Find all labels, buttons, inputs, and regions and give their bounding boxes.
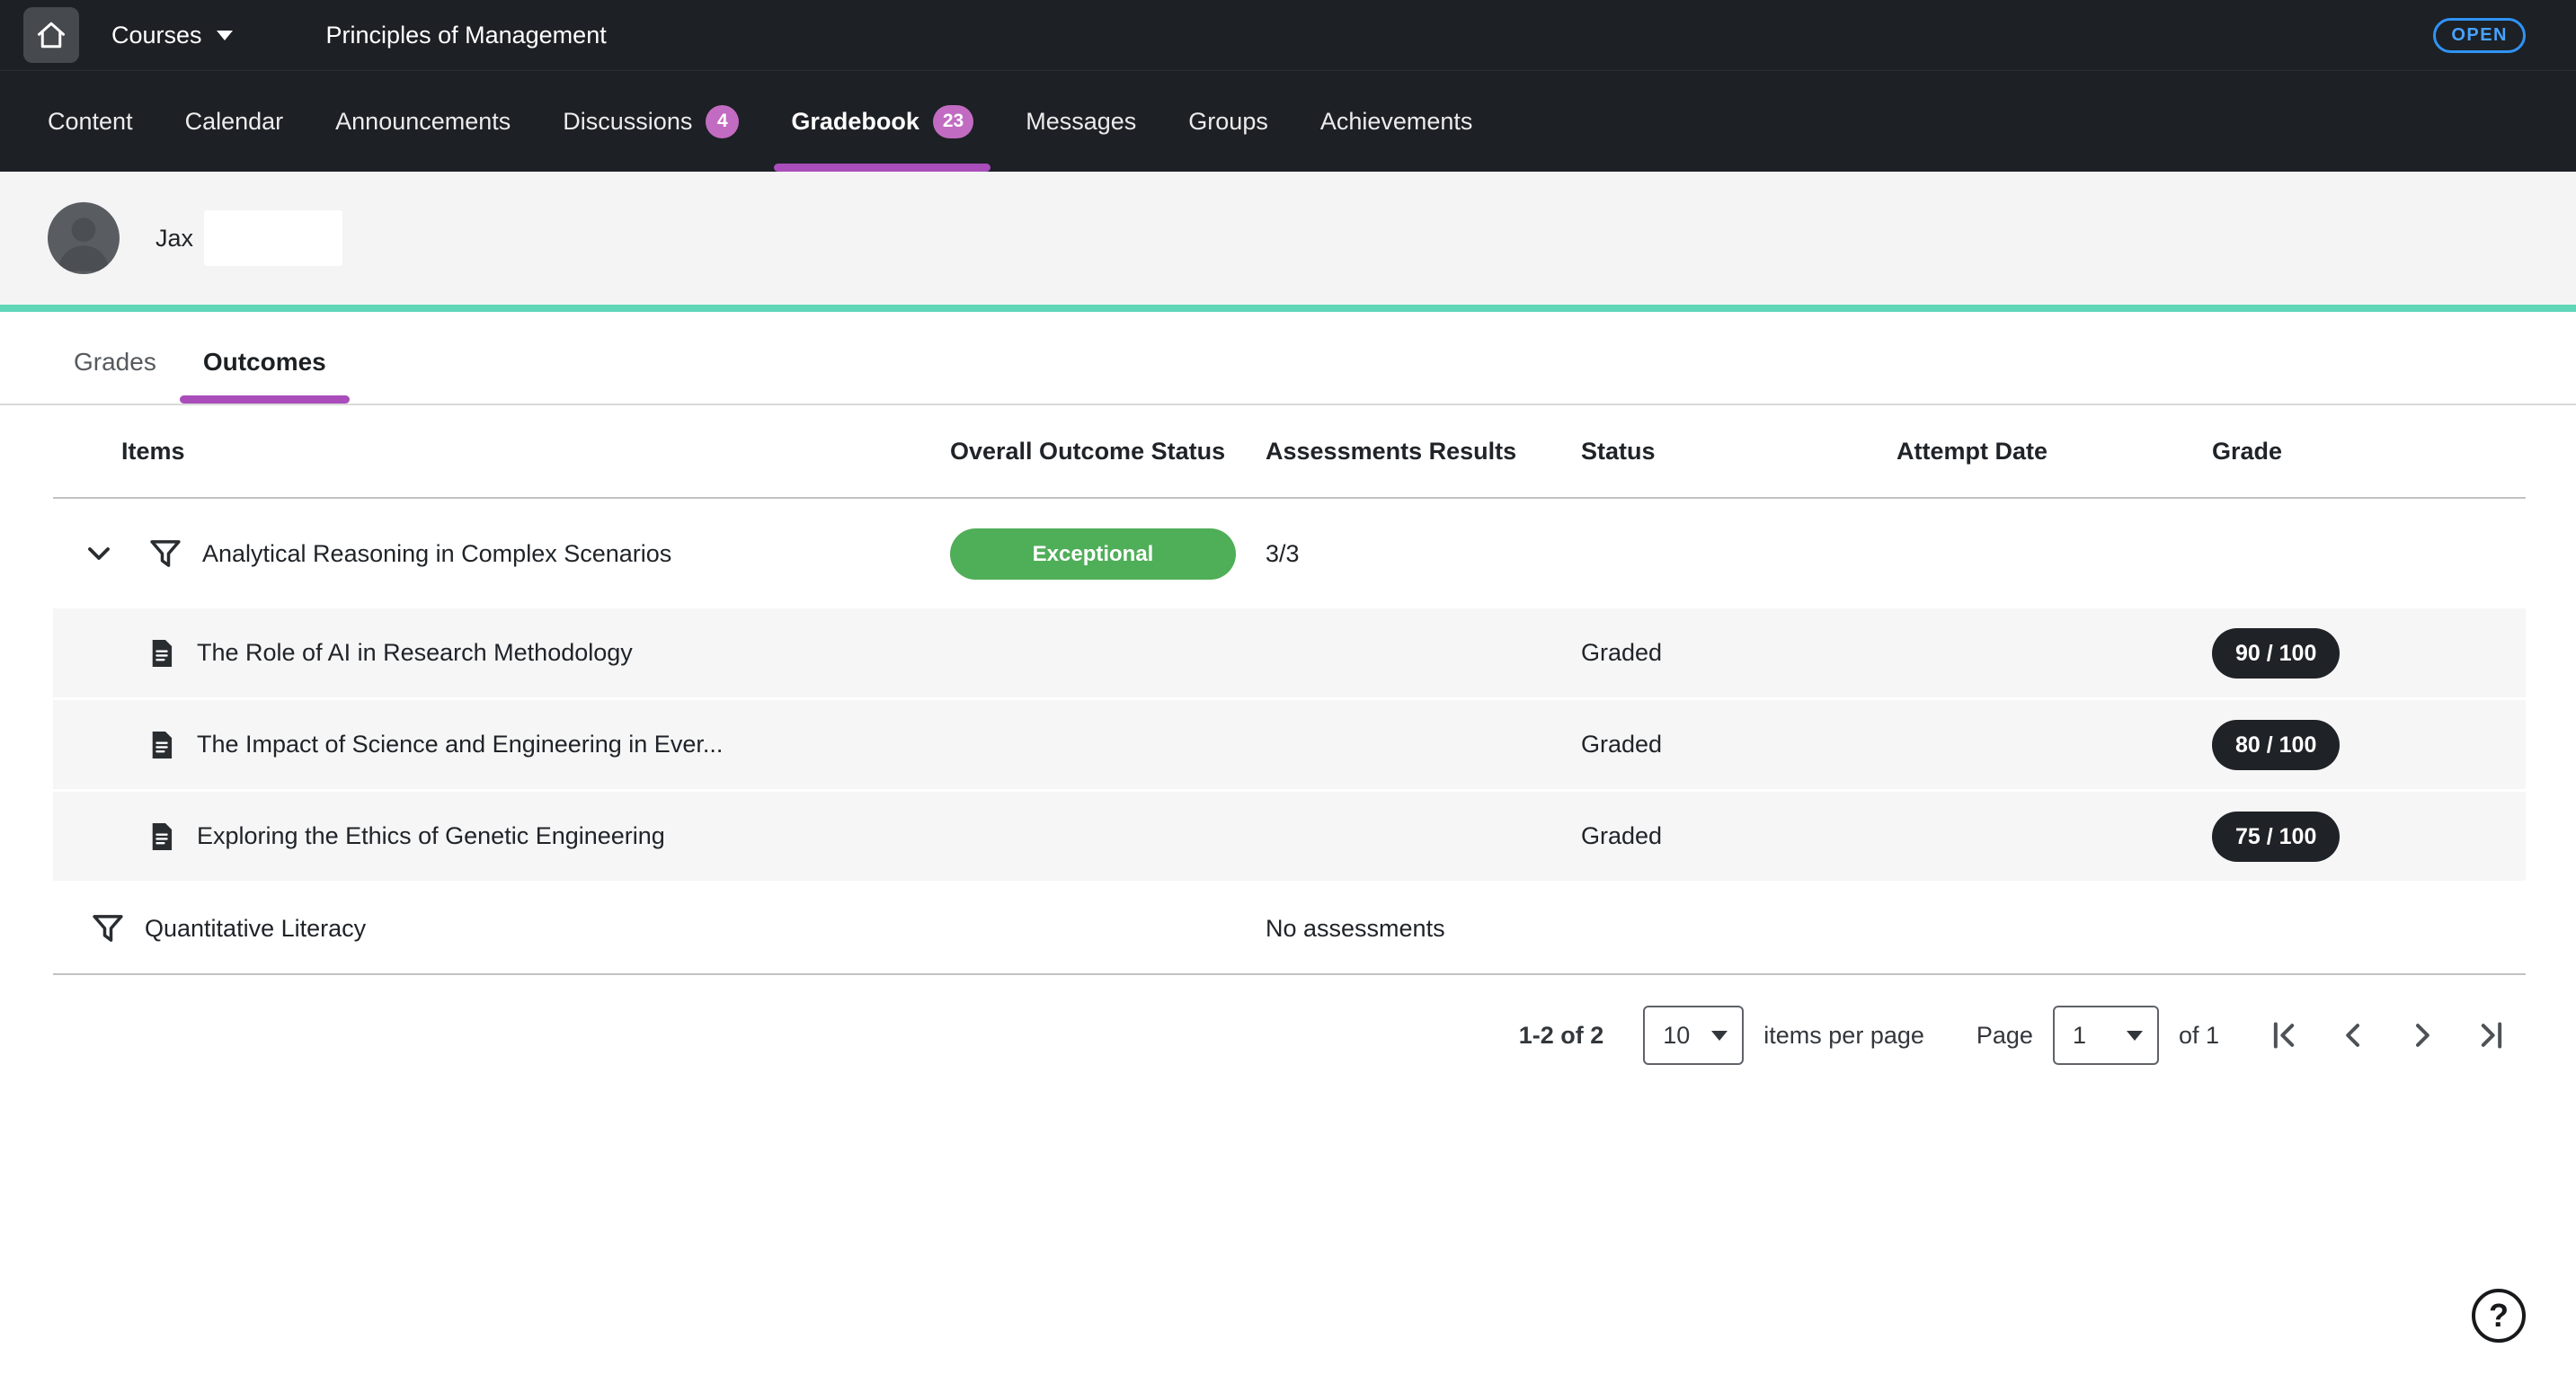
courses-dropdown[interactable]: Courses	[111, 22, 233, 49]
nav-item-label: Groups	[1188, 108, 1268, 136]
assessment-title: The Impact of Science and Engineering in…	[197, 731, 723, 758]
nav-item-content[interactable]: Content	[22, 71, 159, 172]
nav-item-label: Content	[48, 108, 133, 136]
nav-item-announcements[interactable]: Announcements	[309, 71, 537, 172]
first-page-button[interactable]	[2264, 1016, 2304, 1055]
table-header-row: Items Overall Outcome Status Assessments…	[53, 405, 2526, 499]
chevron-down-icon	[217, 31, 233, 40]
course-title: Principles of Management	[326, 22, 607, 49]
question-mark-icon: ?	[2489, 1297, 2509, 1335]
nav-item-label: Messages	[1026, 108, 1136, 136]
courses-label: Courses	[111, 22, 202, 49]
assessment-status: Graded	[1581, 731, 1896, 758]
assessment-row[interactable]: Exploring the Ethics of Genetic Engineer…	[53, 792, 2526, 883]
col-header-status: Status	[1581, 438, 1896, 466]
col-header-assessments-results: Assessments Results	[1266, 438, 1581, 466]
avatar	[48, 202, 120, 274]
items-per-page-value: 10	[1663, 1022, 1690, 1050]
document-icon	[145, 636, 179, 670]
help-button[interactable]: ?	[2472, 1289, 2526, 1343]
items-per-page-label: items per page	[1763, 1022, 1924, 1050]
nav-item-label: Gradebook	[791, 108, 919, 136]
name-redaction	[204, 210, 342, 266]
nav-item-label: Achievements	[1320, 108, 1473, 136]
col-header-overall-status: Overall Outcome Status	[950, 438, 1266, 466]
notification-badge: 23	[933, 105, 973, 138]
nav-item-label: Discussions	[563, 108, 692, 136]
teal-divider	[0, 305, 2576, 312]
assessment-title: Exploring the Ethics of Genetic Engineer…	[197, 822, 665, 850]
gradebook-tabs: Grades Outcomes	[0, 312, 2576, 405]
document-icon	[145, 728, 179, 762]
grade-pill: 75 / 100	[2212, 812, 2340, 862]
grade-pill: 80 / 100	[2212, 720, 2340, 770]
pager-buttons	[2264, 1016, 2511, 1055]
col-header-attempt-date: Attempt Date	[1896, 438, 2212, 466]
home-icon	[35, 19, 67, 51]
last-page-button[interactable]	[2472, 1016, 2511, 1055]
assessment-status: Graded	[1581, 822, 1896, 850]
page-label: Page	[1976, 1022, 2033, 1050]
outcome-funnel-icon	[147, 535, 184, 572]
assessment-row[interactable]: The Impact of Science and Engineering in…	[53, 700, 2526, 792]
chevron-first-icon	[2266, 1017, 2302, 1053]
assessments-results: No assessments	[1266, 915, 1581, 943]
items-per-page-select[interactable]: 10	[1643, 1006, 1744, 1065]
nav-item-label: Calendar	[185, 108, 284, 136]
collapse-chevron-icon[interactable]	[78, 533, 120, 574]
assessments-results: 3/3	[1266, 540, 1581, 568]
nav-item-achievements[interactable]: Achievements	[1294, 71, 1499, 172]
previous-page-button[interactable]	[2333, 1016, 2373, 1055]
outcomes-table: Items Overall Outcome Status Assessments…	[53, 405, 2526, 975]
results-range: 1-2 of 2	[1519, 1022, 1604, 1050]
assessment-title: The Role of AI in Research Methodology	[197, 639, 633, 667]
top-bar: Courses Principles of Management OPEN	[0, 0, 2576, 70]
nav-item-label: Announcements	[335, 108, 511, 136]
nav-item-discussions[interactable]: Discussions 4	[537, 71, 765, 172]
chevron-down-icon	[2127, 1031, 2143, 1041]
col-header-grade: Grade	[2212, 438, 2526, 466]
notification-badge: 4	[706, 105, 739, 138]
tab-grades[interactable]: Grades	[72, 348, 158, 404]
chevron-right-icon	[2404, 1017, 2440, 1053]
open-status-badge: OPEN	[2433, 18, 2526, 53]
nav-item-messages[interactable]: Messages	[999, 71, 1162, 172]
document-icon	[145, 820, 179, 854]
assessment-row[interactable]: The Role of AI in Research Methodology G…	[53, 608, 2526, 700]
chevron-down-icon	[1711, 1031, 1728, 1041]
learner-header[interactable]: Jax	[0, 172, 2576, 305]
page-number-value: 1	[2073, 1022, 2086, 1050]
assessment-status: Graded	[1581, 639, 1896, 667]
chevron-left-icon	[2335, 1017, 2371, 1053]
col-header-items: Items	[53, 438, 950, 466]
tab-outcomes[interactable]: Outcomes	[201, 348, 328, 404]
outcome-title: Quantitative Literacy	[145, 915, 366, 943]
nav-item-calendar[interactable]: Calendar	[159, 71, 310, 172]
outcome-funnel-icon	[89, 909, 127, 947]
page-number-select[interactable]: 1	[2053, 1006, 2159, 1065]
outcome-row: Quantitative Literacy No assessments	[53, 883, 2526, 975]
pagination-bar: 1-2 of 2 10 items per page Page 1 of 1	[0, 975, 2576, 1065]
course-nav: Content Calendar Announcements Discussio…	[0, 70, 2576, 172]
chevron-last-icon	[2474, 1017, 2509, 1053]
next-page-button[interactable]	[2403, 1016, 2442, 1055]
nav-item-groups[interactable]: Groups	[1162, 71, 1294, 172]
outcome-title: Analytical Reasoning in Complex Scenario…	[202, 540, 671, 568]
learner-name: Jax	[155, 225, 193, 253]
outcome-row: Analytical Reasoning in Complex Scenario…	[53, 499, 2526, 608]
home-button[interactable]	[23, 7, 79, 63]
overall-status-pill: Exceptional	[950, 528, 1236, 580]
grade-pill: 90 / 100	[2212, 628, 2340, 679]
nav-item-gradebook[interactable]: Gradebook 23	[765, 71, 999, 172]
page-count-label: of 1	[2179, 1022, 2219, 1050]
